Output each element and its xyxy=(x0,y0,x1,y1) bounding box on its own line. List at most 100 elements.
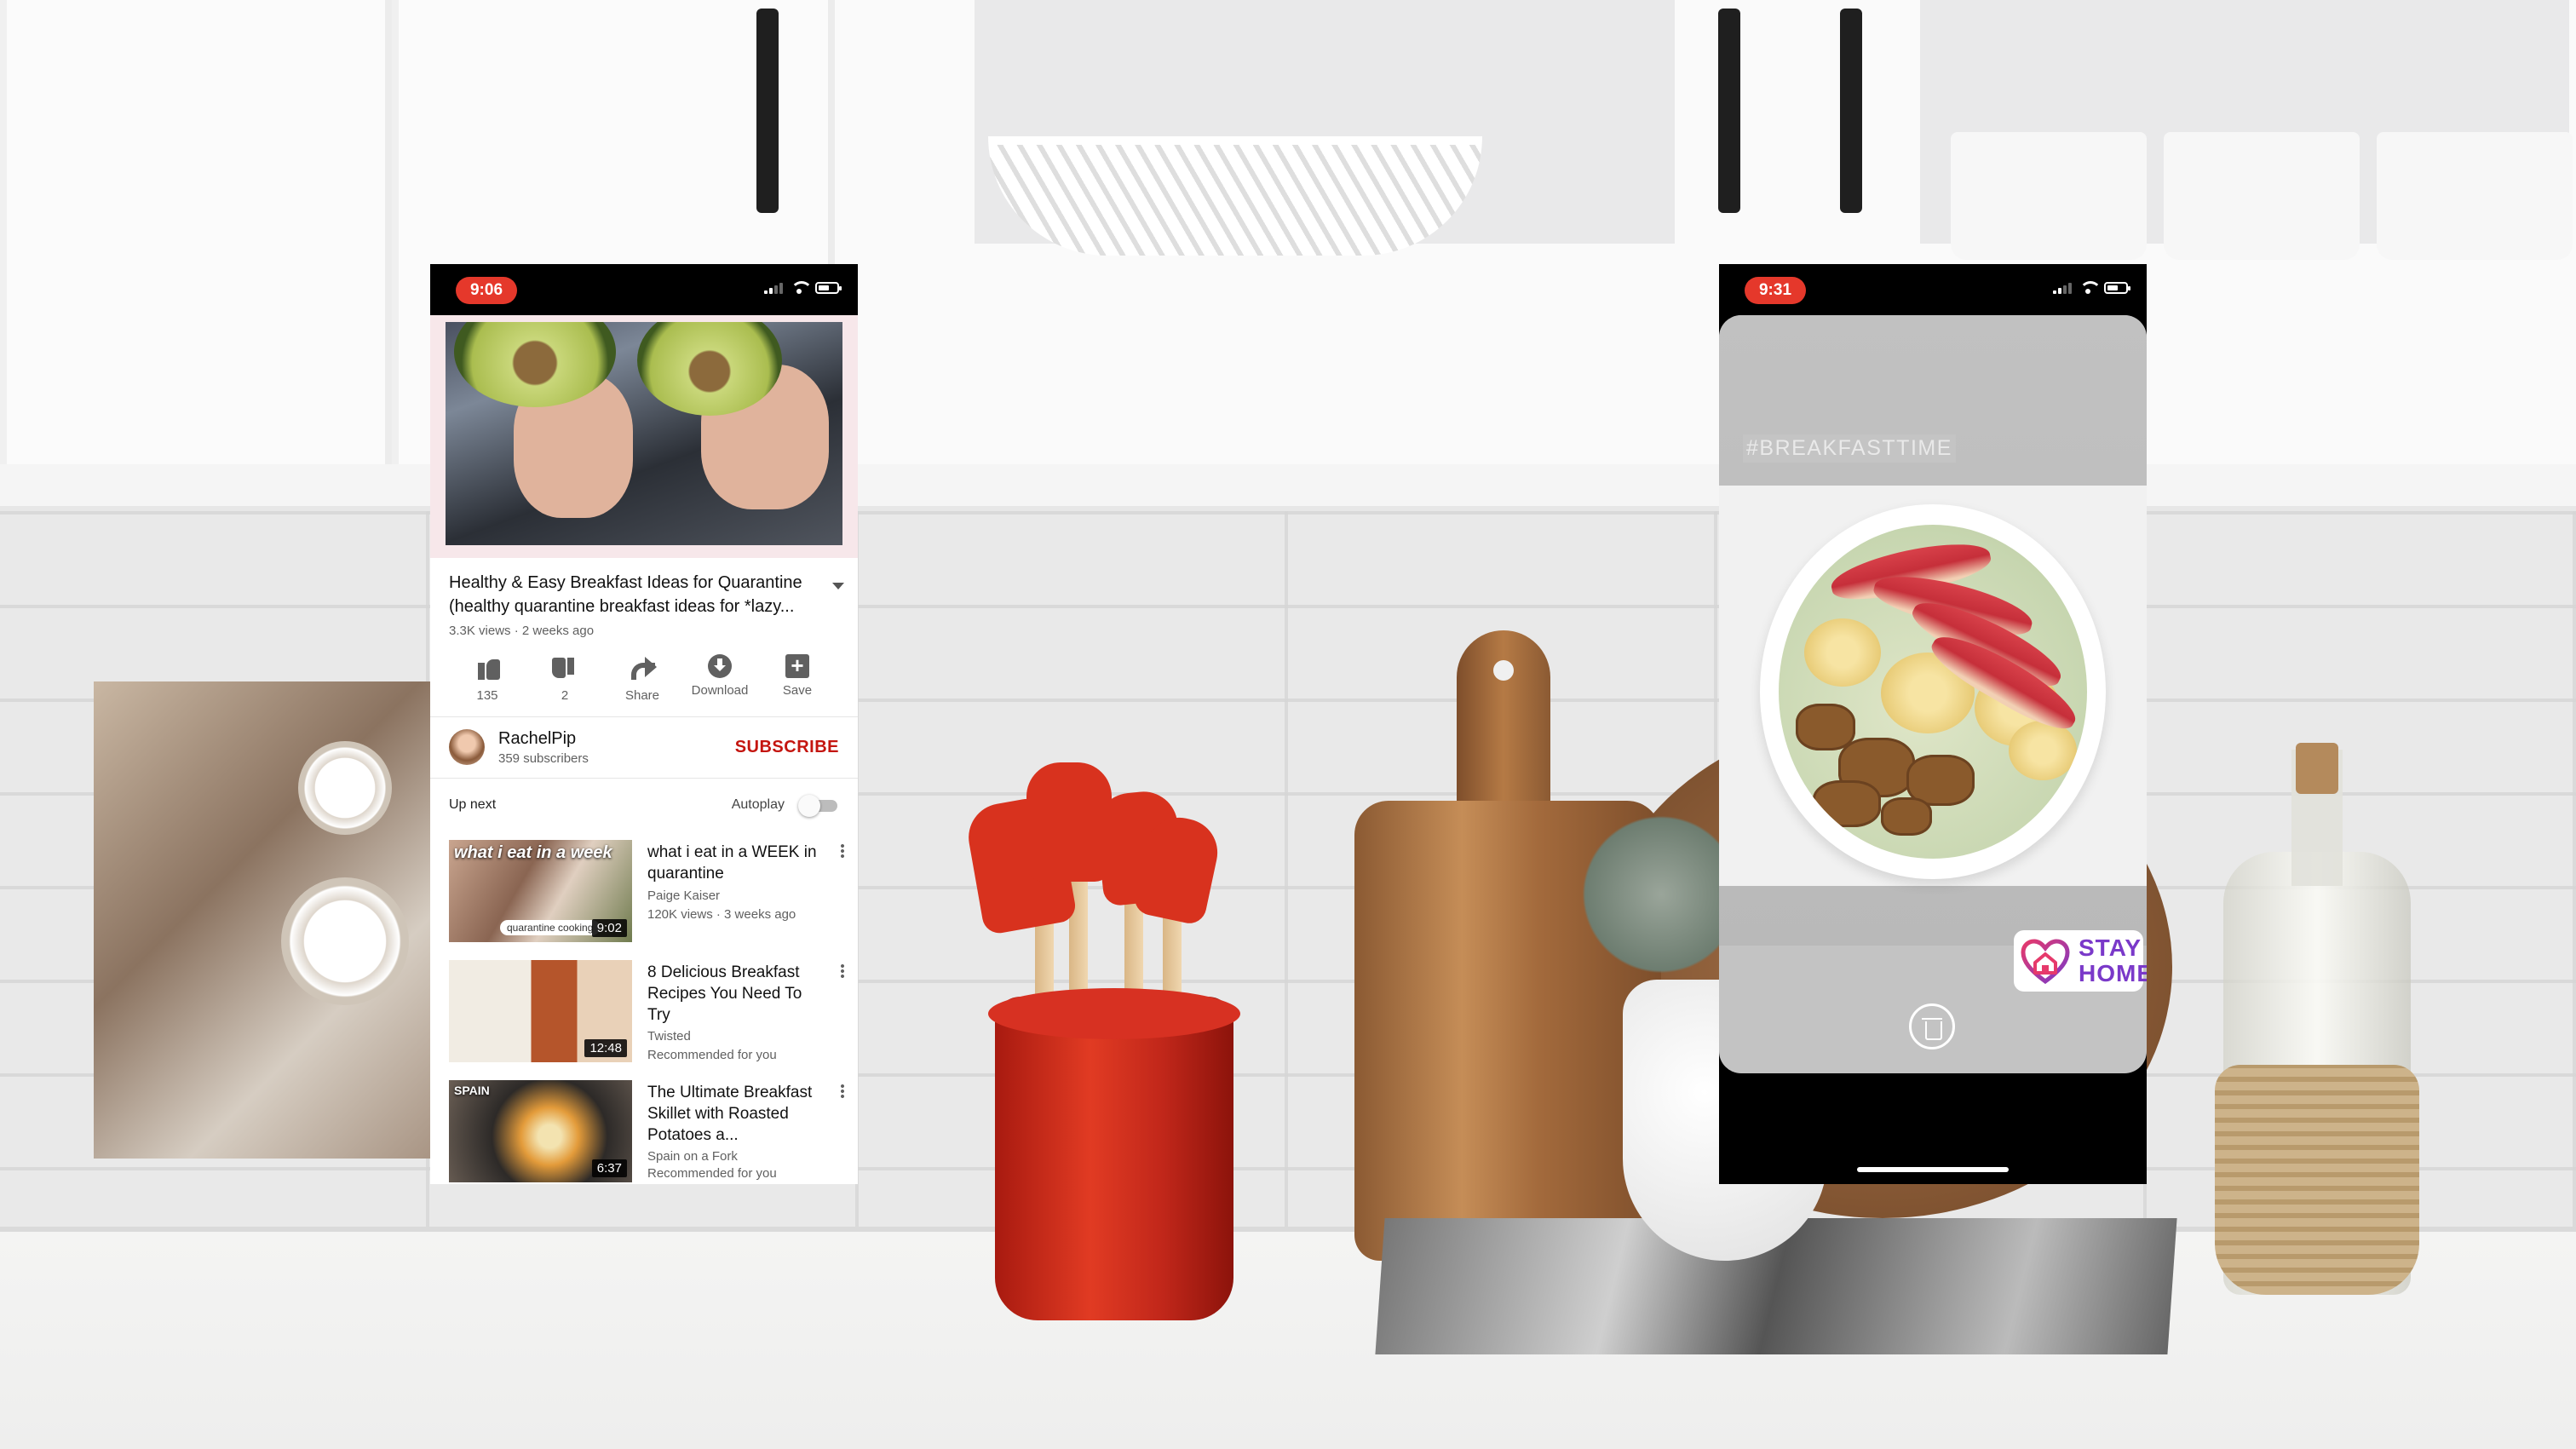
wifi-icon xyxy=(2079,281,2102,295)
granola-cluster xyxy=(1881,797,1932,836)
video-player[interactable] xyxy=(430,315,858,558)
upper-cabinets xyxy=(0,0,2576,511)
video-item-title[interactable]: The Ultimate Breakfast Skillet with Roas… xyxy=(647,1082,826,1146)
video-title-line: (healthy quarantine breakfast ideas for … xyxy=(449,597,795,616)
add-to-playlist-icon xyxy=(785,653,809,679)
list-item[interactable]: what i eat in a week quarantine cooking … xyxy=(430,840,858,946)
video-title-line: Healthy & Easy Breakfast Ideas for Quara… xyxy=(449,573,802,592)
trash-icon[interactable] xyxy=(1909,1003,1955,1049)
status-time: 9:31 xyxy=(1745,277,1806,304)
mug xyxy=(1951,132,2147,260)
cabinet-handle xyxy=(756,9,779,213)
video-title[interactable]: Healthy & Easy Breakfast Ideas for Quara… xyxy=(449,571,824,618)
kitchen-background xyxy=(0,0,2576,1449)
story-canvas[interactable]: #BREAKFASTTIME STAY HOME xyxy=(1719,315,2147,1073)
video-thumbnail[interactable]: 12:48 xyxy=(449,960,632,1062)
video-duration: 6:37 xyxy=(591,1159,627,1177)
save-button[interactable]: Save xyxy=(759,653,836,698)
download-button[interactable]: Download xyxy=(681,654,758,698)
up-next-label: Up next xyxy=(449,797,497,812)
signal-icon xyxy=(764,282,783,294)
home-indicator[interactable] xyxy=(1857,1167,2009,1172)
thumbnail-text: SPAIN xyxy=(454,1084,490,1097)
channel-row: RachelPip 359 subscribers SUBSCRIBE xyxy=(430,717,858,779)
lattice-bowl xyxy=(988,136,1482,256)
list-item[interactable]: SPAIN 6:37 The Ultimate Breakfast Skille… xyxy=(430,1080,858,1184)
red-crock-rim xyxy=(988,988,1240,1039)
instagram-story-phone: 9:31 #BREAKFASTTIME STAY HOME xyxy=(1719,264,2147,1184)
stay-home-text: STAY HOME xyxy=(2079,935,2147,986)
subscribe-button[interactable]: SUBSCRIBE xyxy=(735,738,839,757)
download-icon xyxy=(708,654,732,678)
cabinet-door xyxy=(0,0,392,511)
sticker-line: HOME xyxy=(2079,960,2147,986)
video-frame[interactable] xyxy=(446,322,842,545)
banana-slice xyxy=(2009,721,2077,780)
thumbs-up-icon xyxy=(473,654,502,683)
hashtag-sticker[interactable]: #BREAKFASTTIME xyxy=(1743,434,1956,463)
list-item[interactable]: 12:48 8 Delicious Breakfast Recipes You … xyxy=(430,960,858,1066)
video-item-channel: Paige Kaiser xyxy=(647,888,721,903)
red-crock xyxy=(995,997,1233,1320)
like-count: 135 xyxy=(476,688,498,703)
countertop xyxy=(0,1227,2576,1449)
banana-slice xyxy=(1804,618,1881,687)
share-icon xyxy=(628,654,657,683)
wifi-icon xyxy=(790,281,813,295)
bottle-cork xyxy=(2296,743,2338,794)
autoplay-label: Autoplay xyxy=(731,797,785,812)
stay-home-sticker[interactable]: STAY HOME xyxy=(2014,930,2147,992)
video-thumbnail[interactable]: SPAIN 6:37 xyxy=(449,1080,632,1182)
cabinet-trim xyxy=(0,464,2576,511)
more-options-icon[interactable] xyxy=(841,1084,844,1099)
mug xyxy=(2164,132,2360,260)
thumbnail-sticker: quarantine cooking xyxy=(500,920,601,935)
youtube-watch-screen: Healthy & Easy Breakfast Ideas for Quara… xyxy=(430,315,858,1184)
youtube-phone: 9:06 Healthy & Easy Breakfast Ideas for … xyxy=(430,264,858,1184)
share-label: Share xyxy=(624,688,660,703)
save-label: Save xyxy=(782,683,813,698)
battery-icon xyxy=(2104,282,2130,294)
video-thumbnail[interactable]: what i eat in a week quarantine cooking … xyxy=(449,840,632,942)
board-hang-hole xyxy=(1493,660,1514,681)
video-actions: 135 2 Share Download Save xyxy=(430,649,858,717)
signal-icon xyxy=(2053,282,2072,294)
status-bar: 9:06 xyxy=(430,264,858,315)
video-item-title[interactable]: what i eat in a WEEK in quarantine xyxy=(647,842,826,884)
heart-house-icon xyxy=(2021,939,2070,985)
download-label: Download xyxy=(691,683,749,698)
channel-avatar[interactable] xyxy=(449,729,485,765)
plate-photo xyxy=(281,877,409,1005)
granola-cluster xyxy=(1796,704,1855,750)
dislike-count: 2 xyxy=(561,688,569,703)
channel-name[interactable]: RachelPip xyxy=(498,729,576,749)
autoplay-toggle[interactable] xyxy=(796,794,839,817)
plate-photo xyxy=(298,741,392,835)
video-item-channel: Twisted xyxy=(647,1029,691,1044)
expand-description-icon[interactable] xyxy=(832,583,844,589)
cabinet-handle xyxy=(1840,9,1862,213)
video-item-meta: Recommended for you xyxy=(647,1048,777,1062)
status-bar: 9:31 xyxy=(1719,264,2147,315)
system-icons xyxy=(2053,281,2130,295)
video-item-meta: 120K views · 3 weeks ago xyxy=(647,907,796,922)
thumbs-down-icon xyxy=(550,654,579,683)
more-options-icon[interactable] xyxy=(841,963,844,979)
granola-cluster xyxy=(1813,780,1881,827)
video-item-meta: Recommended for you xyxy=(647,1166,777,1181)
video-duration: 9:02 xyxy=(591,919,627,937)
bowl-contents xyxy=(1779,525,2087,859)
dislike-button[interactable]: 2 xyxy=(526,654,603,703)
more-options-icon[interactable] xyxy=(841,843,844,859)
mug xyxy=(2377,132,2573,260)
subscriber-count: 359 subscribers xyxy=(498,751,589,766)
toggle-knob xyxy=(798,795,820,817)
share-button[interactable]: Share xyxy=(604,654,681,703)
video-item-channel: Spain on a Fork xyxy=(647,1149,738,1164)
thumbnail-text: what i eat in a week xyxy=(454,843,612,862)
sticker-line: STAY xyxy=(2079,934,2142,961)
video-duration: 12:48 xyxy=(584,1039,627,1057)
video-item-title[interactable]: 8 Delicious Breakfast Recipes You Need T… xyxy=(647,962,826,1026)
video-meta: 3.3K views · 2 weeks ago xyxy=(449,624,595,638)
like-button[interactable]: 135 xyxy=(449,654,526,703)
